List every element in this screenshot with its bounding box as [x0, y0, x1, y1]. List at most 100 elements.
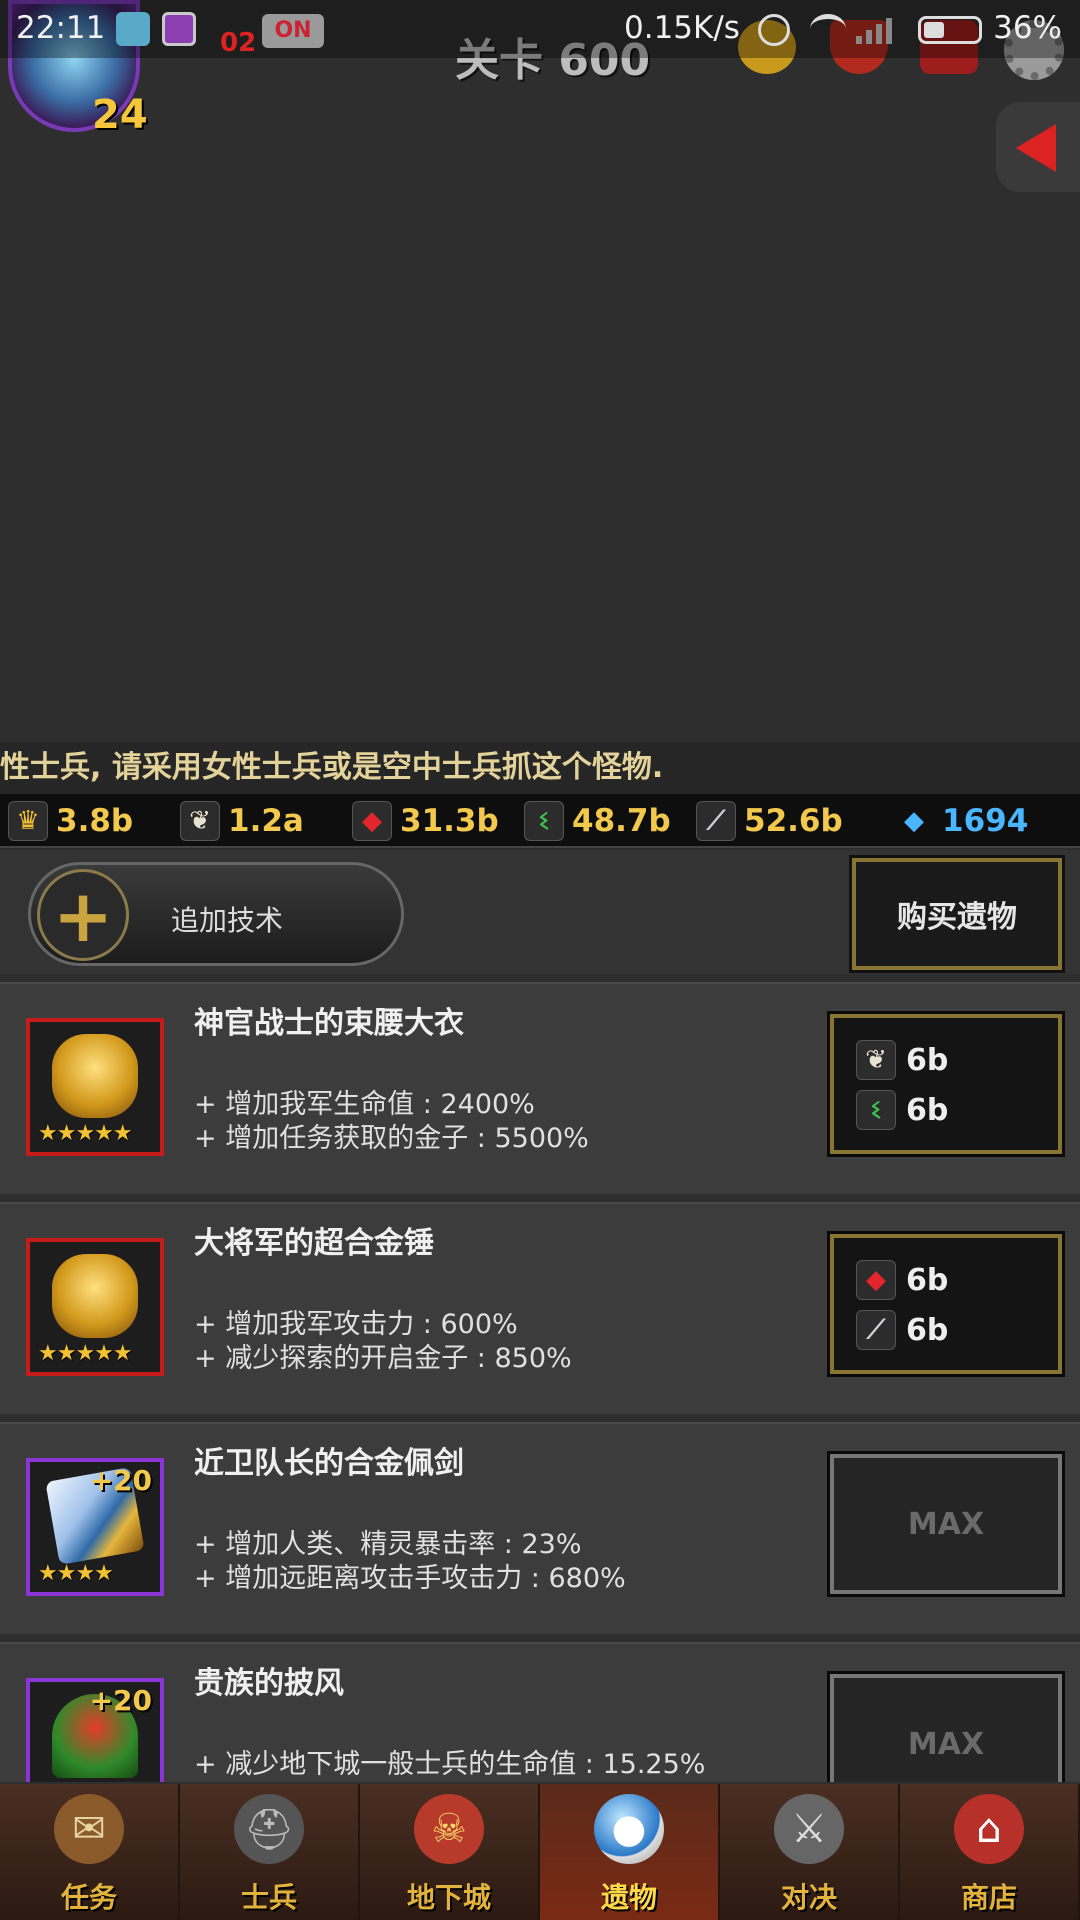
resource-vine: ଽ 48.7b [524, 800, 671, 842]
nav-tab-battle[interactable]: ⚔ 对决 [720, 1784, 900, 1920]
relic-icon: ★★★★★ [26, 1238, 164, 1376]
armor-icon [52, 1034, 138, 1118]
resource-crown: ♛ 3.8b [8, 800, 133, 842]
signal-icon [856, 16, 902, 44]
shop-icon: ⌂ [954, 1794, 1024, 1864]
player-level: 24 [92, 92, 148, 138]
relic-plus: +20 [89, 1464, 152, 1497]
battery-icon [918, 16, 982, 44]
relic-plus: +20 [89, 1684, 152, 1717]
nav-tab-shop[interactable]: ⌂ 商店 [900, 1784, 1080, 1920]
status-time: 22:11 [16, 10, 106, 46]
vine-icon: ଽ [856, 1090, 896, 1130]
relic-stars: ★★★★ [38, 1781, 114, 1782]
nav-tab-soldiers[interactable]: ⛑ 士兵 [180, 1784, 360, 1920]
notes-app-icon [116, 12, 150, 46]
resource-value: 1694 [942, 803, 1029, 839]
relic-stars: ★★★★ [38, 1561, 114, 1586]
relic-icon: ★★★★★ [26, 1018, 164, 1156]
relic-effect: + 增加我军攻击力 : 600% [194, 1309, 518, 1340]
cost-value: 6b [906, 1042, 949, 1078]
add-skill-label: 追加技术 [171, 904, 284, 937]
relic-effect: + 增加我军生命值 : 2400% [194, 1089, 535, 1120]
side-panel-toggle[interactable] [996, 102, 1080, 192]
crossed-swords-icon: ⚔ [774, 1794, 844, 1864]
resource-feather: ❦ 1.2a [180, 800, 304, 842]
alarm-icon [758, 14, 790, 46]
nav-label: 对决 [780, 1881, 837, 1914]
max-button[interactable]: MAX [827, 1451, 1065, 1597]
relic-effect: + 增加远距离攻击手攻击力 : 680% [194, 1563, 626, 1594]
resource-bar: ♛ 3.8b ❦ 1.2a ◆ 31.3b ଽ 48.7b ⟋ 52.6b ◆ … [0, 794, 1080, 848]
status-bar: 22:11 02 ON 0.15K/s 36% [0, 0, 1080, 58]
wifi-icon [810, 14, 846, 44]
nav-label: 任务 [60, 1881, 117, 1914]
relic-effect: + 减少探索的开启金子 : 850% [194, 1343, 572, 1374]
relic-name: 神官战士的束腰大衣 [194, 1006, 464, 1041]
nav-label: 遗物 [600, 1881, 657, 1914]
relic-list[interactable]: ★★★★★ 神官战士的束腰大衣 + 增加我军生命值 : 2400% + 增加任务… [0, 982, 1080, 1782]
relic-item[interactable]: +20 ★★★★ 近卫队长的合金佩剑 + 增加人类、精灵暴击率 : 23% + … [0, 1422, 1080, 1634]
claw-icon: ⟋ [696, 801, 736, 841]
hammer-icon [52, 1254, 138, 1338]
relic-name: 近卫队长的合金佩剑 [194, 1446, 464, 1481]
relic-effects: + 减少地下城一般士兵的生命值 : 15.25% [194, 1748, 705, 1782]
buy-relic-button[interactable]: 购买遗物 [849, 855, 1065, 973]
nav-label: 士兵 [240, 1881, 297, 1914]
add-skill-button[interactable]: + 追加技术 [28, 862, 404, 966]
bottom-nav: ✉ 任务 ⛑ 士兵 ☠ 地下城 ● 遗物 ⚔ 对决 ⌂ 商店 [0, 1784, 1080, 1920]
scroll-icon: ✉ [54, 1794, 124, 1864]
relic-effects: + 增加人类、精灵暴击率 : 23% + 增加远距离攻击手攻击力 : 680% [194, 1528, 626, 1596]
cost-value: 6b [906, 1312, 949, 1348]
relic-effects: + 增加我军攻击力 : 600% + 减少探索的开启金子 : 850% [194, 1308, 572, 1376]
resource-claw: ⟋ 52.6b [696, 800, 843, 842]
status-small-number: 02 [220, 28, 257, 58]
nav-label: 商店 [960, 1881, 1017, 1914]
camera-app-icon [162, 12, 196, 46]
relic-effects: + 增加我军生命值 : 2400% + 增加任务获取的金子 : 5500% [194, 1088, 589, 1156]
relic-item[interactable]: +20 ★★★★ 贵族的披风 + 减少地下城一般士兵的生命值 : 15.25% … [0, 1642, 1080, 1782]
max-button[interactable]: MAX [827, 1671, 1065, 1782]
feather-icon: ❦ [180, 801, 220, 841]
orb-icon: ● [594, 1794, 664, 1864]
ruby-icon: ◆ [856, 1260, 896, 1300]
cost-line: ଽ 6b [856, 1090, 948, 1130]
message-ticker: 性士兵, 请采用女性士兵或是空中士兵抓这个怪物. [0, 742, 1080, 794]
on-badge: ON [262, 14, 324, 48]
resource-value: 48.7b [572, 803, 671, 839]
feather-icon: ❦ [856, 1040, 896, 1080]
crown-icon: ♛ [8, 801, 48, 841]
relic-stars: ★★★★★ [38, 1121, 133, 1146]
resource-value: 31.3b [400, 803, 499, 839]
relic-effect: + 增加人类、精灵暴击率 : 23% [194, 1529, 582, 1560]
net-speed: 0.15K/s [624, 10, 740, 46]
nav-tab-relics[interactable]: ● 遗物 [540, 1784, 720, 1920]
cost-value: 6b [906, 1092, 949, 1128]
relic-name: 大将军的超合金锤 [194, 1226, 434, 1261]
relic-effect: + 减少地下城一般士兵的生命值 : 15.25% [194, 1749, 706, 1780]
relic-item[interactable]: ★★★★★ 神官战士的束腰大衣 + 增加我军生命值 : 2400% + 增加任务… [0, 982, 1080, 1194]
relic-item[interactable]: ★★★★★ 大将军的超合金锤 + 增加我军攻击力 : 600% + 减少探索的开… [0, 1202, 1080, 1414]
relic-icon: +20 ★★★★ [26, 1678, 164, 1782]
resource-value: 52.6b [744, 803, 843, 839]
cost-value: 6b [906, 1262, 949, 1298]
cost-line: ⟋ 6b [856, 1310, 948, 1350]
cost-line: ❦ 6b [856, 1040, 948, 1080]
resource-value: 3.8b [56, 803, 134, 839]
relic-icon: +20 ★★★★ [26, 1458, 164, 1596]
ruby-icon: ◆ [352, 801, 392, 841]
claw-icon: ⟋ [856, 1310, 896, 1350]
resource-value: 1.2a [228, 803, 304, 839]
plus-icon: + [37, 869, 129, 961]
relic-name: 贵族的披风 [194, 1666, 344, 1701]
monster-icon: ☠ [414, 1794, 484, 1864]
upgrade-cost-button[interactable]: ◆ 6b ⟋ 6b [827, 1231, 1065, 1377]
battery-percent: 36% [993, 10, 1062, 46]
nav-tab-quests[interactable]: ✉ 任务 [0, 1784, 180, 1920]
nav-label: 地下城 [406, 1881, 491, 1914]
diamond-icon: ◆ [904, 806, 924, 836]
resource-ruby: ◆ 31.3b [352, 800, 499, 842]
upgrade-cost-button[interactable]: ❦ 6b ଽ 6b [827, 1011, 1065, 1157]
action-row: + 追加技术 购买遗物 [0, 850, 1080, 974]
nav-tab-dungeon[interactable]: ☠ 地下城 [360, 1784, 540, 1920]
